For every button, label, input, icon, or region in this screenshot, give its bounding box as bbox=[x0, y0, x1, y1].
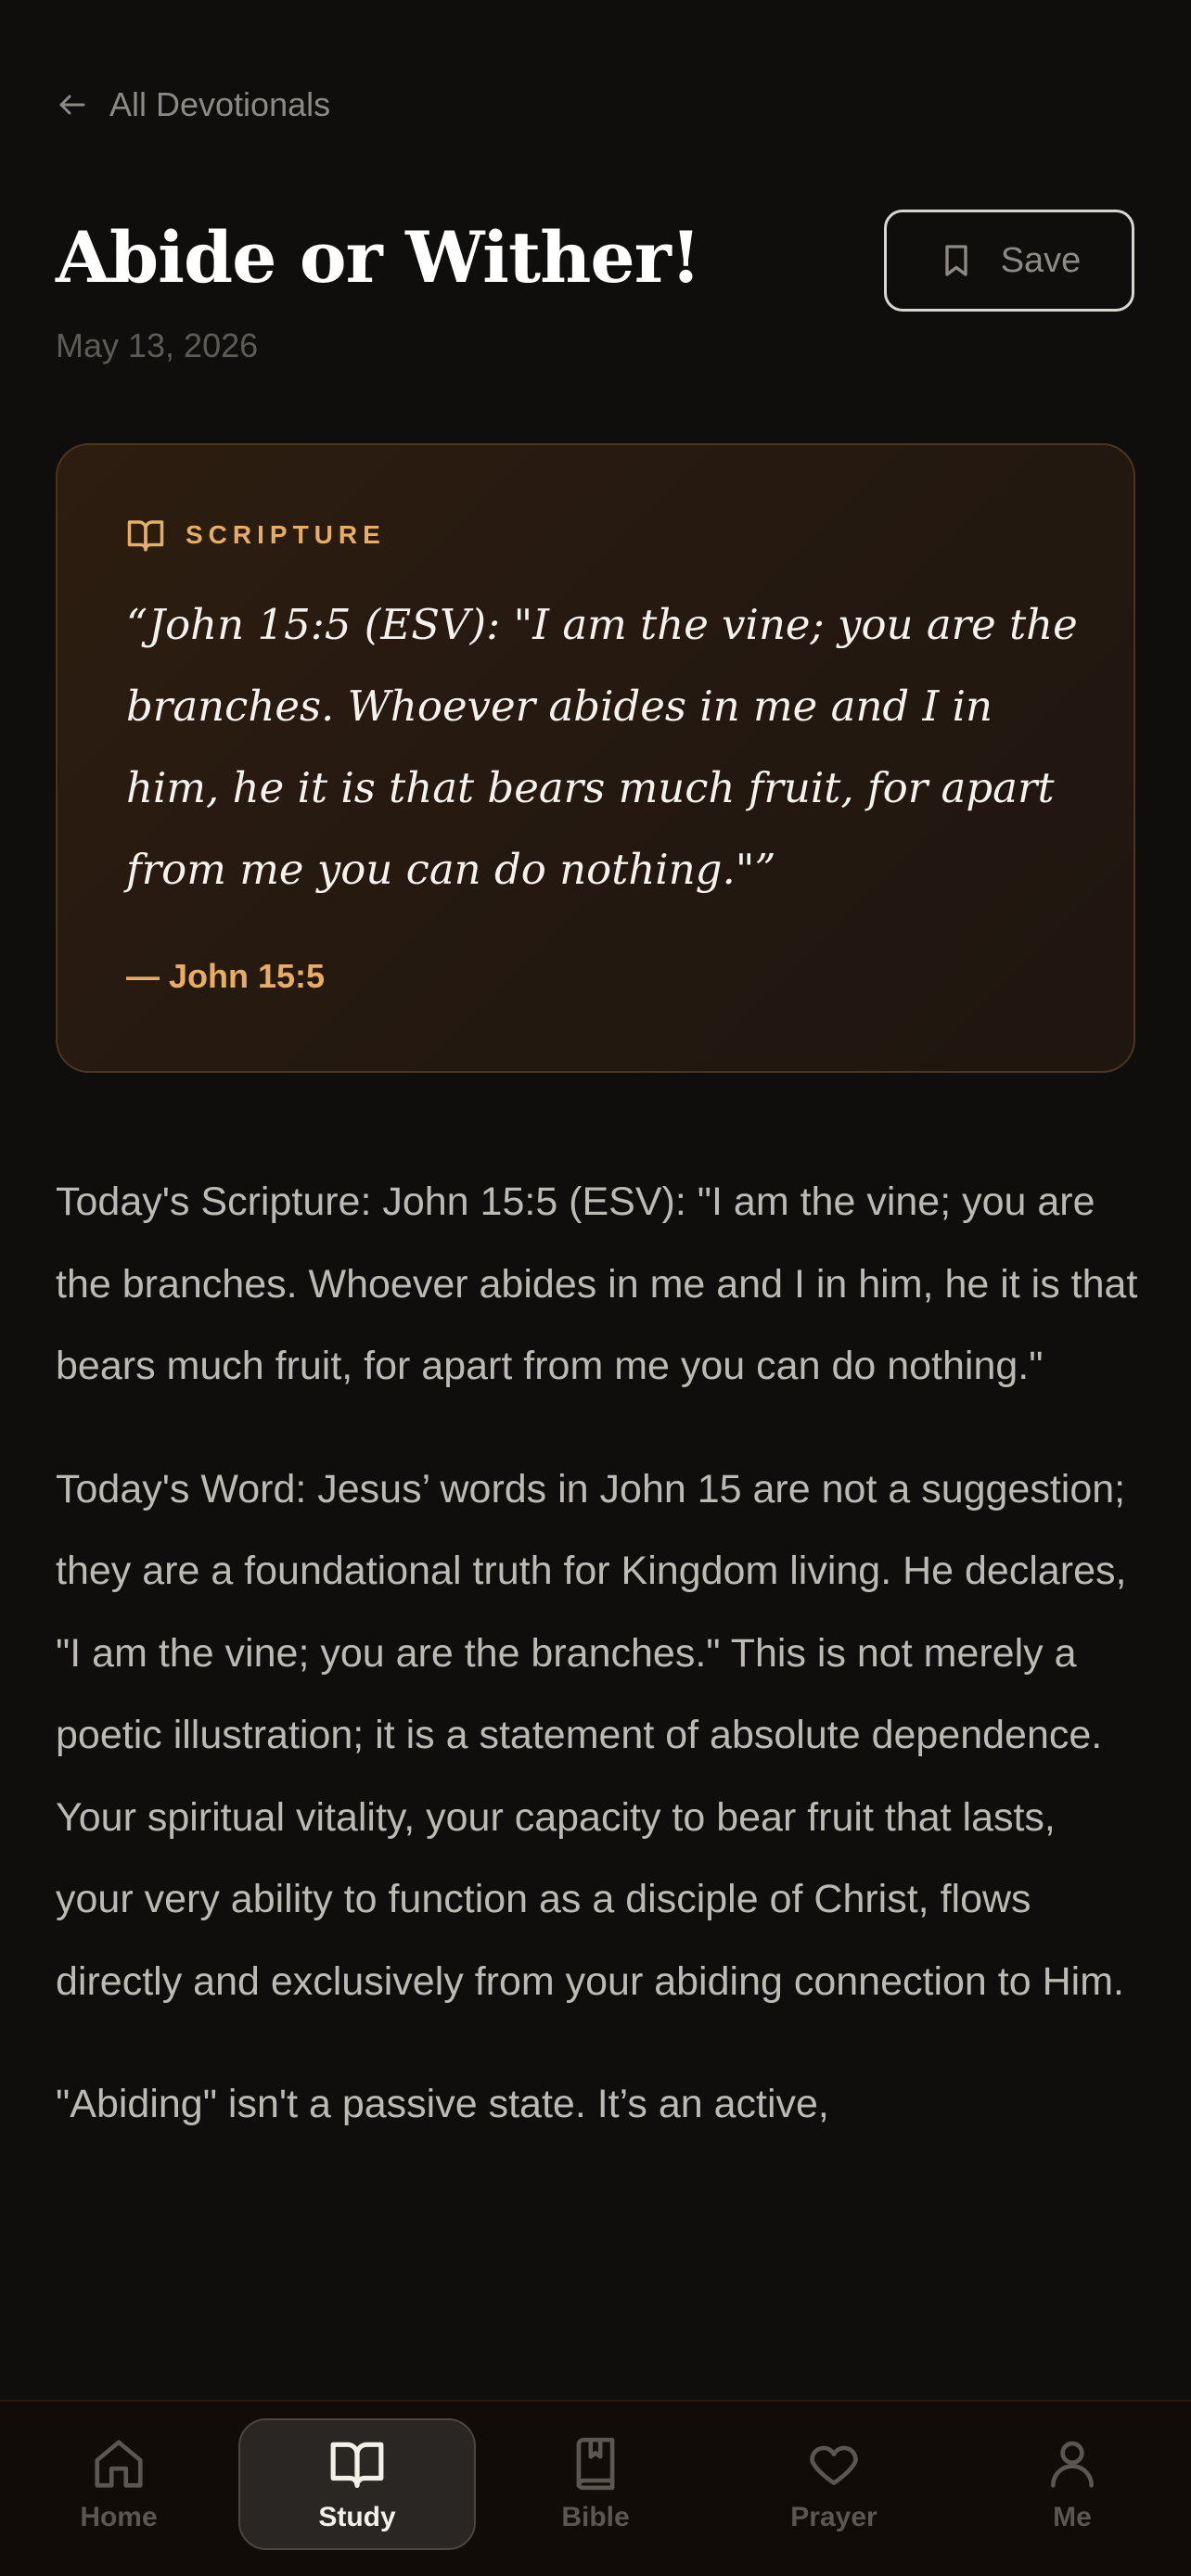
body-paragraph: "Abiding" isn't a passive state. It’s an… bbox=[56, 2082, 829, 2126]
book-open-icon bbox=[127, 520, 164, 552]
nav-item-label: Prayer bbox=[790, 2502, 877, 2532]
nav-item-label: Home bbox=[80, 2502, 158, 2532]
nav-item-prayer[interactable]: Prayer bbox=[715, 2418, 953, 2550]
nav-item-study[interactable]: Study bbox=[238, 2418, 476, 2550]
nav-item-label: Bible bbox=[561, 2502, 630, 2532]
bible-icon bbox=[576, 2437, 615, 2491]
heart-icon bbox=[810, 2445, 858, 2485]
arrow-left-icon bbox=[59, 95, 85, 115]
page-date: May 13, 2026 bbox=[56, 326, 259, 364]
bottom-nav: Home Study Bible Prayer Me bbox=[0, 2400, 1191, 2576]
scripture-label: SCRIPTURE bbox=[126, 516, 386, 555]
save-button[interactable]: Save bbox=[884, 210, 1134, 312]
nav-item-label: Study bbox=[318, 2502, 396, 2532]
body-paragraph: Today's Scripture: John 15:5 (ESV): "I a… bbox=[56, 1180, 1138, 1388]
home-icon bbox=[95, 2440, 143, 2488]
scripture-reference: — John 15:5 bbox=[126, 957, 326, 995]
book-open-icon bbox=[330, 2442, 384, 2488]
save-button-label: Save bbox=[1000, 240, 1082, 280]
bookmark-icon bbox=[945, 245, 967, 276]
back-link-label: All Devotionals bbox=[109, 85, 331, 123]
nav-item-home[interactable]: Home bbox=[0, 2418, 237, 2550]
devotional-body: Today's Scripture: John 15:5 (ESV): "I a… bbox=[56, 1161, 1141, 2187]
scripture-card: SCRIPTURE “John 15:5 (ESV): "I am the vi… bbox=[56, 443, 1135, 1073]
nav-item-label: Me bbox=[1053, 2502, 1092, 2532]
scripture-quote: “John 15:5 (ESV): "I am the vine; you ar… bbox=[126, 600, 1078, 894]
user-icon bbox=[1051, 2441, 1094, 2488]
page-title: Abide or Wither! bbox=[56, 216, 701, 299]
scripture-label-text: SCRIPTURE bbox=[186, 520, 386, 549]
nav-item-bible[interactable]: Bible bbox=[477, 2418, 714, 2550]
back-link[interactable]: All Devotionals bbox=[56, 80, 330, 130]
body-paragraph: Today's Word: Jesus’ words in John 15 ar… bbox=[56, 1466, 1127, 2004]
nav-item-me[interactable]: Me bbox=[954, 2418, 1191, 2550]
